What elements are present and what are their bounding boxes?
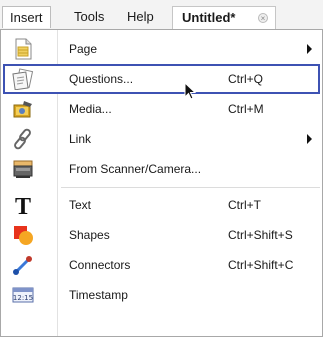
connector-icon [13,256,32,275]
close-icon[interactable]: × [258,13,268,23]
menu-help[interactable]: Help [120,6,161,28]
menu-item-media[interactable]: Media... Ctrl+M [3,94,320,124]
document-tab[interactable]: Untitled* × [172,6,276,30]
page-icon [15,38,32,60]
svg-text:T: T [15,194,31,216]
menu-item-timestamp[interactable]: 12:15 Timestamp [3,280,320,310]
shapes-icon [14,226,33,245]
menu-item-shortcut: Ctrl+Shift+C [228,258,294,272]
menu-item-connectors[interactable]: Connectors Ctrl+Shift+C [3,250,320,280]
timestamp-icon: 12:15 [12,287,34,303]
svg-text:12:15: 12:15 [13,294,33,302]
menu-item-label: From Scanner/Camera... [69,162,202,176]
menu-item-page[interactable]: Page [3,34,320,64]
menu-bar: Insert Tools Help Untitled* × [0,0,323,30]
menu-item-label: Questions... [69,72,134,86]
link-icon [14,128,31,150]
menu-item-shortcut: Ctrl+Q [228,72,264,86]
menu-item-label: Timestamp [69,288,128,302]
submenu-arrow-icon [307,134,312,144]
menu-separator [61,187,320,188]
menu-item-label: Connectors [69,258,131,272]
menu-item-label: Page [69,42,98,56]
media-icon [13,101,32,118]
menu-item-shortcut: Ctrl+T [228,198,261,212]
document-tab-title: Untitled* [182,10,236,25]
menu-item-shapes[interactable]: Shapes Ctrl+Shift+S [3,220,320,250]
menu-item-from-scanner-camera[interactable]: From Scanner/Camera... [3,154,320,184]
menu-item-link[interactable]: Link [3,124,320,154]
menu-item-label: Link [69,132,92,146]
submenu-arrow-icon [307,44,312,54]
scanner-icon [13,160,33,178]
menu-item-label: Shapes [69,228,110,242]
menu-item-questions[interactable]: Questions... Ctrl+Q [3,64,320,94]
menu-item-shortcut: Ctrl+Shift+S [228,228,293,242]
menu-insert[interactable]: Insert [2,6,51,28]
menu-item-label: Text [69,198,92,212]
menu-tools[interactable]: Tools [67,6,111,28]
questions-icon [12,68,34,90]
text-icon: T [15,194,31,216]
menu-item-shortcut: Ctrl+M [228,102,264,116]
menu-item-label: Media... [69,102,112,116]
mouse-cursor-icon [184,82,197,100]
menu-item-text[interactable]: T Text Ctrl+T [3,190,320,220]
insert-dropdown-menu: Page Questions... Ctrl+Q Media... Ctrl+M [0,29,323,337]
